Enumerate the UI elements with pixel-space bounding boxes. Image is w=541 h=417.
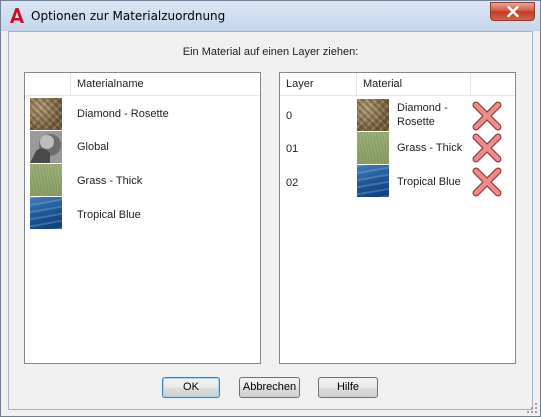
material-name-line2: Rosette: [397, 116, 435, 128]
instruction-text: Ein Material auf einen Layer ziehen:: [182, 46, 359, 58]
table-row[interactable]: 02 Tropical Blue: [280, 164, 515, 197]
material-name: Diamond -: [397, 102, 448, 114]
layer-name: 01: [286, 143, 299, 155]
material-assignment-dialog: Optionen zur Materialzuordnung Ein Mater…: [0, 0, 541, 417]
layer-list-header: Layer Material: [280, 73, 515, 96]
list-item[interactable]: Grass - Thick: [25, 164, 260, 197]
layer-assignment-list[interactable]: Layer Material 0 Diamond - Rosette 01 Gr…: [279, 72, 516, 364]
cancel-button[interactable]: Abbrechen: [239, 377, 300, 398]
close-icon: [506, 6, 519, 17]
material-name: Tropical Blue: [397, 176, 461, 188]
global-material-icon: [30, 131, 62, 163]
title-bar[interactable]: Optionen zur Materialzuordnung: [1, 1, 540, 31]
resize-grip-icon[interactable]: [526, 402, 538, 414]
column-header-layer[interactable]: Layer: [280, 73, 314, 95]
table-row[interactable]: 0 Diamond - Rosette: [280, 98, 515, 131]
ok-button[interactable]: OK: [162, 377, 220, 398]
close-button[interactable]: [490, 2, 535, 21]
material-swatch-diamond-rosette[interactable]: [30, 98, 62, 130]
layer-name: 0: [286, 110, 293, 122]
material-swatch-tropical-blue[interactable]: [30, 197, 62, 229]
material-name: Tropical Blue: [77, 209, 141, 221]
material-name: Grass - Thick: [397, 142, 463, 154]
list-item[interactable]: Global: [25, 131, 260, 164]
table-row[interactable]: 01 Grass - Thick: [280, 131, 515, 164]
material-swatch-grass-thick[interactable]: [30, 164, 62, 196]
materials-list-header: Materialname: [25, 73, 260, 96]
dialog-body: Ein Material auf einen Layer ziehen: Mat…: [8, 31, 533, 410]
column-header-material[interactable]: Material: [357, 73, 402, 95]
red-x-delete-icon[interactable]: [472, 167, 502, 197]
column-header-materialname[interactable]: Materialname: [71, 73, 144, 95]
red-x-delete-icon[interactable]: [472, 101, 502, 131]
red-x-delete-icon[interactable]: [472, 133, 502, 163]
material-name: Global: [77, 141, 109, 153]
list-item[interactable]: Tropical Blue: [25, 197, 260, 230]
help-button[interactable]: Hilfe: [318, 377, 378, 398]
material-swatch-global[interactable]: [30, 131, 62, 163]
material-name: Grass - Thick: [77, 175, 143, 187]
material-swatch-tropical-blue[interactable]: [357, 165, 389, 197]
column-separator: [470, 73, 471, 95]
window-title: Optionen zur Materialzuordnung: [31, 9, 226, 23]
material-swatch-diamond-rosette[interactable]: [357, 99, 389, 131]
material-swatch-grass-thick[interactable]: [357, 132, 389, 164]
list-item[interactable]: Diamond - Rosette: [25, 97, 260, 130]
autocad-a-icon: [10, 8, 24, 23]
layer-name: 02: [286, 177, 299, 189]
materials-list[interactable]: Materialname Diamond - Rosette Global Gr…: [24, 72, 261, 364]
material-name: Diamond - Rosette: [77, 108, 169, 120]
